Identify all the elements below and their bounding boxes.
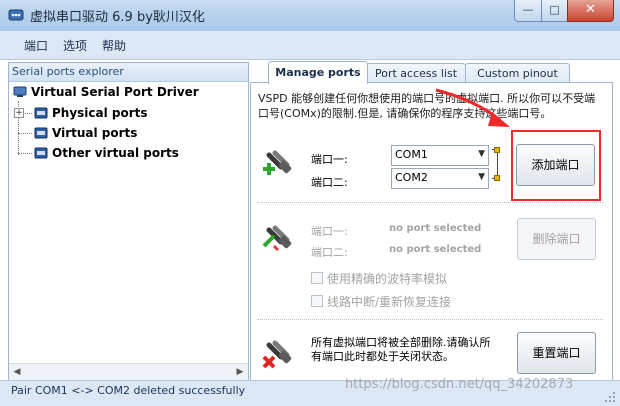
add-port1-value: COM1 xyxy=(395,148,428,161)
add-port2-select[interactable]: COM2 ▼ xyxy=(391,168,489,189)
tree-connector xyxy=(18,133,32,134)
watermark-text: https://blog.csdn.net/qq_34202873 xyxy=(345,377,574,392)
minimize-button[interactable]: — xyxy=(514,0,542,22)
maximize-button[interactable]: □ xyxy=(541,0,568,22)
tree-item-physical-ports[interactable]: Physical ports xyxy=(52,106,148,120)
tree-root-virtual-serial-port-driver[interactable]: Virtual Serial Port Driver xyxy=(31,85,199,99)
menu-help[interactable]: 帮助 xyxy=(102,37,126,54)
remove-port1-label: 端口一: xyxy=(311,225,348,238)
remove-port-button[interactable]: 删除端口 xyxy=(517,218,596,260)
reconnect-checkbox[interactable] xyxy=(311,295,323,307)
link-dot-icon xyxy=(494,147,500,153)
reconnect-label: 线路中断/重新恢复连接 xyxy=(327,295,452,309)
tab-custom-pinout[interactable]: Custom pinout xyxy=(465,63,570,83)
reset-ports-button[interactable]: 重置端口 xyxy=(517,332,596,374)
menu-port[interactable]: 端口 xyxy=(24,37,48,54)
chevron-down-icon: ▼ xyxy=(478,172,485,182)
tab-port-access-list[interactable]: Port access list xyxy=(366,63,466,83)
reset-description: 所有虚拟端口将被全部删除.请确认所有端口此时都处于关闭状态。 xyxy=(311,336,491,363)
expand-physical-ports[interactable]: + xyxy=(14,108,24,118)
remove-port1-value: no port selected xyxy=(389,223,482,234)
title-bar[interactable]: 虚拟串口驱动 6.9 by耿川汉化 — □ ✕ xyxy=(0,0,620,32)
add-port2-value: COM2 xyxy=(395,171,428,184)
add-port-button[interactable]: 添加端口 xyxy=(516,144,595,186)
section-divider xyxy=(257,202,603,203)
app-serial-icon xyxy=(8,9,24,21)
tree-item-virtual-ports[interactable]: Virtual ports xyxy=(52,126,137,140)
link-dot-icon xyxy=(494,175,500,181)
other-virtual-port-icon xyxy=(34,147,48,159)
manage-description: VSPD 能够创建任何你想使用的端口号的虚拟端口. 所以你可以不受端口号(COM… xyxy=(258,92,596,120)
menu-bar: 端口 选项 帮助 xyxy=(0,31,620,60)
remove-port2-value: no port selected xyxy=(389,244,482,255)
baud-emulation-label: 使用精确的波特率模拟 xyxy=(327,272,448,286)
reset-ports-icon xyxy=(262,340,292,369)
menu-options[interactable]: 选项 xyxy=(63,37,87,54)
scroll-left-icon[interactable]: ◀ xyxy=(9,364,25,380)
serial-ports-explorer: Serial ports explorer Virtual Serial Por… xyxy=(8,62,249,381)
scroll-right-icon[interactable]: ▶ xyxy=(232,364,248,380)
physical-port-icon xyxy=(34,107,48,119)
chevron-down-icon: ▼ xyxy=(478,149,485,159)
reconnect-option[interactable]: 线路中断/重新恢复连接 xyxy=(311,293,451,310)
add-port-pair-icon xyxy=(263,150,292,175)
add-port2-label: 端口二: xyxy=(311,176,348,189)
window-title: 虚拟串口驱动 6.9 by耿川汉化 xyxy=(30,10,205,25)
baud-emulation-option[interactable]: 使用精确的波特率模拟 xyxy=(311,270,447,287)
manage-ports-panel: VSPD 能够创建任何你想使用的端口号的虚拟端口. 所以你可以不受端口号(COM… xyxy=(250,82,613,381)
baud-emulation-checkbox[interactable] xyxy=(311,272,323,284)
section-divider xyxy=(257,319,603,320)
explorer-horizontal-scrollbar[interactable]: ◀ ▶ xyxy=(9,363,248,380)
add-port1-label: 端口一: xyxy=(311,153,348,166)
status-message: Pair COM1 <-> COM2 deleted successfully xyxy=(11,384,246,397)
root-computer-icon xyxy=(13,86,27,97)
tree-connector xyxy=(18,153,32,154)
add-port1-select[interactable]: COM1 ▼ xyxy=(391,145,489,166)
tree-item-other-virtual-ports[interactable]: Other virtual ports xyxy=(52,146,179,160)
close-button[interactable]: ✕ xyxy=(567,0,614,22)
virtual-port-icon xyxy=(34,127,48,139)
resize-grip-icon[interactable] xyxy=(604,391,616,403)
tab-manage-ports[interactable]: Manage ports xyxy=(268,61,368,84)
remove-port2-label: 端口二: xyxy=(311,246,348,259)
remove-port-pair-icon xyxy=(262,225,292,252)
explorer-header: Serial ports explorer xyxy=(9,63,248,82)
